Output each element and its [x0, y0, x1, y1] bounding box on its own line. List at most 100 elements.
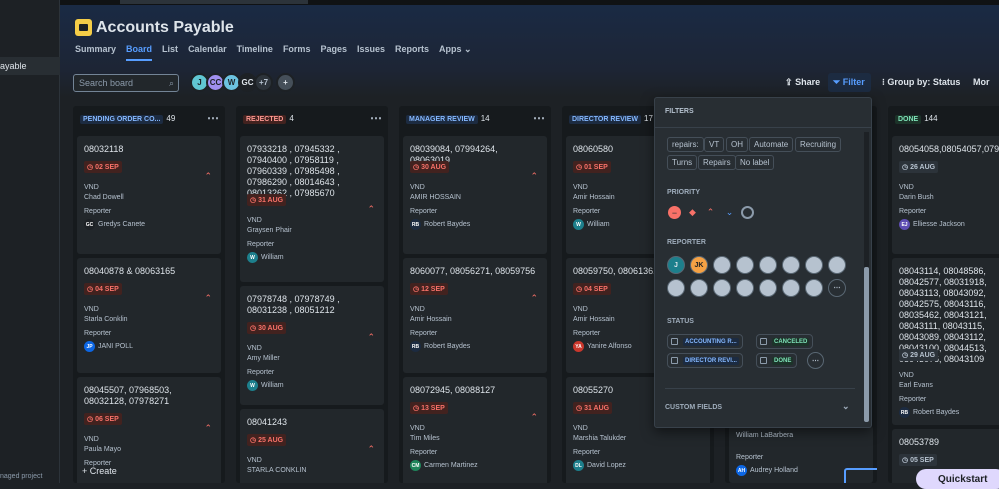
label-chip[interactable]: Turns: [667, 155, 698, 170]
column-header: DIRECTOR REVIEW 17: [569, 114, 653, 124]
reporter-avatar[interactable]: [736, 256, 754, 274]
issue-card[interactable]: 08032118 ◷ 02 SEP ⌃ VND Chad Dowell Reporter G…: [77, 136, 221, 254]
clock-icon: ◷: [87, 286, 94, 293]
checkbox[interactable]: [671, 338, 678, 345]
issue-card[interactable]: 08039084, 07994264, 08063019 ◷ 30 AUG ⌃ VND…: [403, 136, 547, 254]
issue-card[interactable]: 08040878 & 08063165 ◷ 04 SEP ⌃ VND Starla Co…: [77, 258, 221, 373]
issue-card[interactable]: 8060077, 08056271, 08059756 ◷ 12 SEP ⌃ VND A…: [403, 258, 547, 373]
reporter-avatar[interactable]: [782, 256, 800, 274]
card-title: 08040878 & 08063165: [84, 266, 176, 276]
label-chip[interactable]: repairs:: [667, 137, 704, 152]
reporter-avatar[interactable]: [782, 279, 800, 297]
reporter-name: Robert Baydes: [424, 343, 471, 350]
group-by-button[interactable]: ⁝ Group by: Status: [882, 77, 960, 88]
none-priority-icon[interactable]: [741, 206, 754, 219]
blocker-priority-icon[interactable]: −: [668, 206, 681, 219]
vendor-name: Marshia Talukder: [573, 435, 627, 442]
tab-board[interactable]: Board: [126, 44, 153, 61]
reporter-avatar[interactable]: [805, 256, 823, 274]
label-chip[interactable]: VT: [704, 137, 725, 152]
share-button[interactable]: ⇪ Share: [785, 77, 820, 88]
reporter-name: Carmen Martinez: [424, 462, 478, 469]
column-count: 17: [644, 114, 653, 123]
vendor-label: VND: [573, 425, 588, 432]
tab-list[interactable]: List: [162, 44, 178, 61]
label-chip[interactable]: Automate: [749, 137, 794, 152]
reporter-avatar[interactable]: [690, 279, 708, 297]
reporter-label: Reporter: [736, 454, 764, 461]
chevron-down-icon: ⌄: [464, 44, 472, 54]
more-icon[interactable]: ⋯: [370, 111, 382, 125]
issue-card[interactable]: 08054058,08054057,07955745 ◷ 26 AUG VND Dar…: [892, 136, 999, 254]
tab-summary[interactable]: Summary: [75, 44, 116, 61]
tab-timeline[interactable]: Timeline: [237, 44, 273, 61]
tab-pages[interactable]: Pages: [320, 44, 347, 61]
high-priority-icon[interactable]: ⌃: [704, 206, 717, 219]
checkbox[interactable]: [671, 357, 678, 364]
due-date: ◷ 12 SEP: [410, 283, 448, 295]
chevron-down-icon[interactable]: ⌄: [842, 401, 850, 412]
reporter-avatar[interactable]: [759, 256, 777, 274]
tab-apps[interactable]: Apps ⌄: [439, 44, 472, 61]
more-icon[interactable]: ⋯: [207, 111, 219, 125]
reporter-avatar[interactable]: [713, 256, 731, 274]
reporter-label: Reporter: [573, 449, 601, 456]
label-chip[interactable]: Repairs: [698, 155, 736, 170]
reporter: RB Robert Baydes: [410, 219, 470, 230]
clock-icon: ◷: [576, 164, 583, 171]
status-badge: DIRECTOR REVIEW: [569, 115, 641, 124]
issue-card[interactable]: 07978748 , 07978749 , 08031238 , 0805121…: [240, 286, 384, 405]
more-avatars[interactable]: +7: [254, 73, 273, 92]
label-chip[interactable]: Recruiting: [795, 137, 842, 152]
issue-card[interactable]: 08041243 ◷ 25 AUG ⌃ VND STARLA CONKLIN: [240, 409, 384, 483]
reporter-avatar[interactable]: [713, 279, 731, 297]
reporter-avatar[interactable]: JK: [690, 256, 708, 274]
column-header: PENDING ORDER CO... 49: [80, 114, 175, 124]
add-people-icon[interactable]: +: [276, 73, 295, 92]
sidebar-footer: naged project: [0, 473, 43, 480]
checkbox[interactable]: [760, 357, 767, 364]
reporter-name: William: [261, 254, 284, 261]
reporter-avatar[interactable]: [828, 256, 846, 274]
scrollbar[interactable]: [864, 132, 869, 422]
issue-card[interactable]: 08043114, 08048586, 08042577, 08031918, …: [892, 258, 999, 425]
more-statuses-button[interactable]: ⋯: [807, 352, 824, 369]
issue-card[interactable]: 08072945, 08088127 ◷ 13 SEP ⌃ VND Tim Miles R…: [403, 377, 547, 483]
low-priority-icon[interactable]: ⌄: [723, 206, 736, 219]
reporter: AH Audrey Holland: [736, 465, 798, 476]
quickstart-button[interactable]: Quickstart: [916, 469, 999, 489]
reporter-name: Yanire Alfonso: [587, 343, 632, 350]
status-option[interactable]: CANCELED: [756, 334, 814, 349]
label-chip[interactable]: OH: [726, 137, 748, 152]
status-label: STATUS: [667, 318, 694, 325]
more-reporters-button[interactable]: ⋯: [828, 279, 846, 297]
card-title: 07933218 , 07945332 , 07940400 , 0795811…: [247, 144, 340, 198]
status-option[interactable]: DONE: [756, 353, 798, 368]
due-date: ◷ 01 SEP: [573, 161, 611, 173]
label-chip[interactable]: No label: [735, 155, 775, 170]
reporter-avatar[interactable]: [667, 279, 685, 297]
due-date: ◷ 25 AUG: [247, 434, 287, 446]
filter-button[interactable]: ⏷ Filter: [828, 73, 871, 92]
tab-forms[interactable]: Forms: [283, 44, 311, 61]
vendor-label: VND: [410, 184, 425, 191]
reporter-avatar[interactable]: [759, 279, 777, 297]
tab-calendar[interactable]: Calendar: [188, 44, 227, 61]
create-button[interactable]: + Create: [82, 466, 117, 476]
issue-card[interactable]: 07933218 , 07945332 , 07940400 , 0795811…: [240, 136, 384, 282]
more-icon[interactable]: ⋯: [533, 111, 545, 125]
custom-fields-label[interactable]: CUSTOM FIELDS: [665, 404, 722, 411]
tab-issues[interactable]: Issues: [357, 44, 385, 61]
checkbox[interactable]: [760, 338, 767, 345]
highest-priority-icon[interactable]: ◆: [686, 206, 699, 219]
column-count: 49: [166, 114, 176, 123]
search-input[interactable]: Search board ⌕: [73, 74, 179, 92]
more-button[interactable]: Mor: [973, 77, 990, 87]
reporter-avatar[interactable]: [805, 279, 823, 297]
reporter-avatar[interactable]: [736, 279, 754, 297]
tab-reports[interactable]: Reports: [395, 44, 429, 61]
status-option[interactable]: DIRECTOR REVI...: [667, 353, 743, 368]
reporter-avatar[interactable]: J: [667, 256, 685, 274]
status-option[interactable]: ACCOUNTING R...: [667, 334, 743, 349]
sidebar-item-accounts-payable[interactable]: ayable: [0, 57, 60, 75]
